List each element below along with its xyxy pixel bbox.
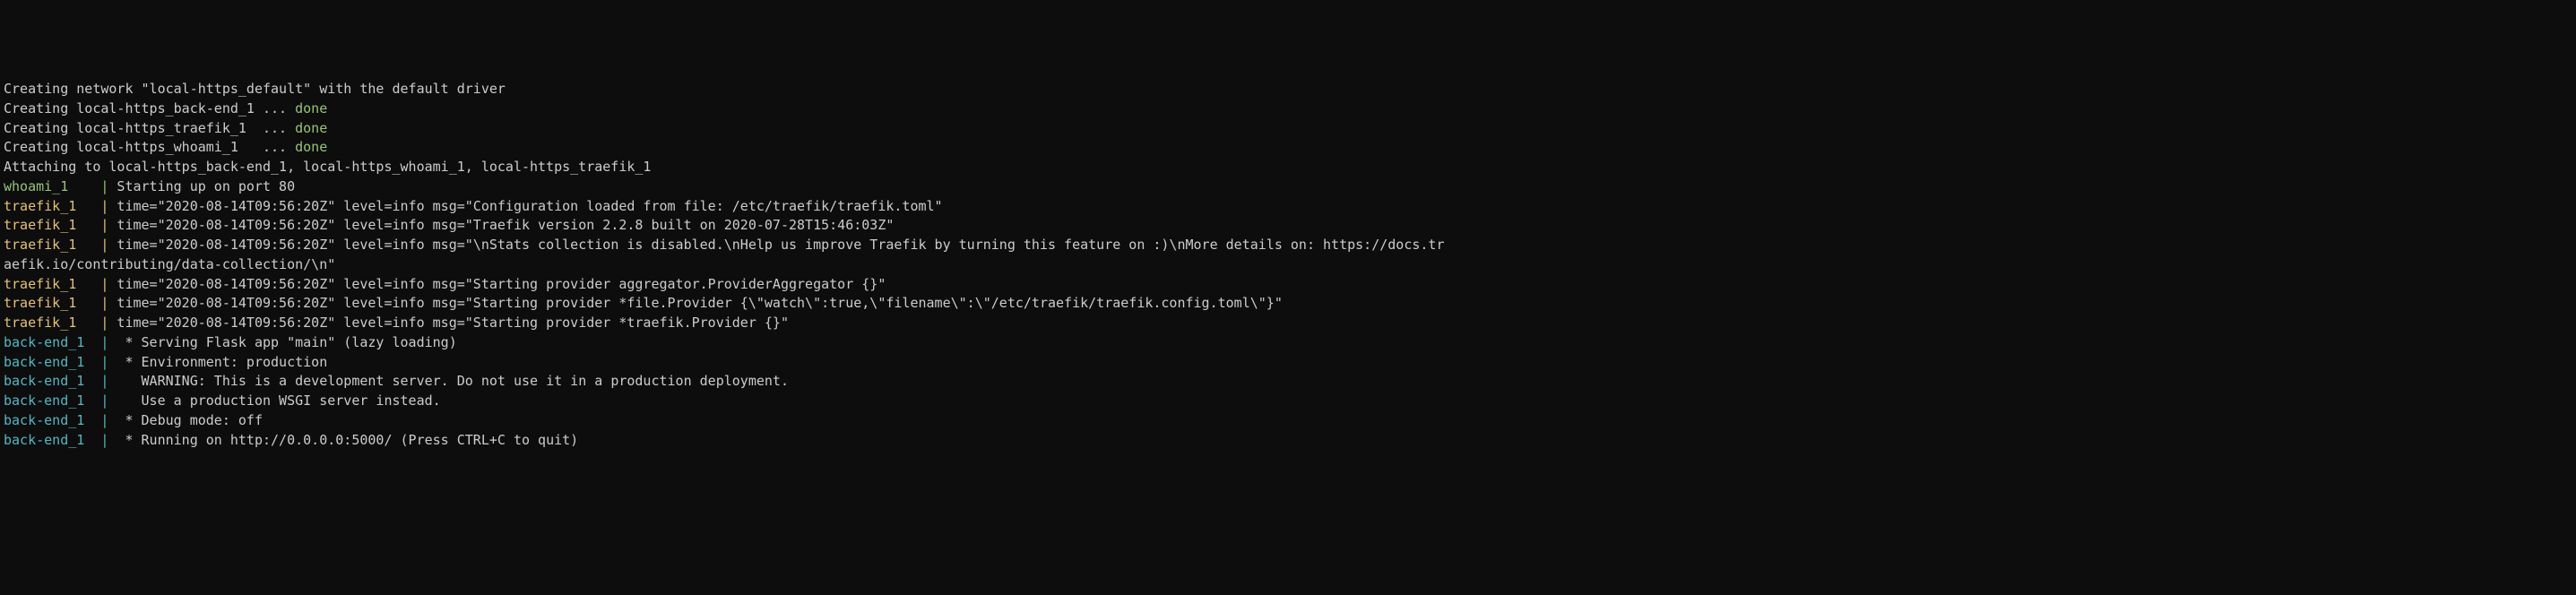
terminal-segment: back-end_1	[4, 432, 100, 448]
terminal-segment: Attaching to local-https_back-end_1, loc…	[4, 159, 651, 175]
terminal-segment: back-end_1	[4, 412, 100, 428]
terminal-line: back-end_1 | * Serving Flask app "main" …	[4, 333, 2572, 353]
terminal-segment: WARNING: This is a development server. D…	[108, 373, 789, 389]
terminal-line: Creating local-https_traefik_1 ... done	[4, 119, 2572, 139]
terminal-line: whoami_1 | Starting up on port 80	[4, 177, 2572, 197]
terminal-segment: traefik_1	[4, 217, 100, 233]
terminal-line: back-end_1 | * Debug mode: off	[4, 411, 2572, 431]
terminal-line: aefik.io/contributing/data-collection/\n…	[4, 255, 2572, 275]
terminal-segment: traefik_1	[4, 315, 100, 331]
terminal-line: traefik_1 | time="2020-08-14T09:56:20Z" …	[4, 314, 2572, 333]
terminal-line: Creating network "local-https_default" w…	[4, 80, 2572, 99]
terminal-segment: whoami_1	[4, 178, 100, 194]
terminal-line: Creating local-https_whoami_1 ... done	[4, 138, 2572, 158]
terminal-segment: done	[295, 139, 327, 155]
terminal-line: traefik_1 | time="2020-08-14T09:56:20Z" …	[4, 275, 2572, 295]
terminal-segment: Creating local-https_whoami_1 ...	[4, 139, 295, 155]
terminal-segment: time="2020-08-14T09:56:20Z" level=info m…	[108, 276, 886, 292]
terminal-segment: time="2020-08-14T09:56:20Z" level=info m…	[108, 217, 894, 233]
terminal-segment: time="2020-08-14T09:56:20Z" level=info m…	[108, 237, 1444, 253]
terminal-line: traefik_1 | time="2020-08-14T09:56:20Z" …	[4, 216, 2572, 236]
terminal-segment: traefik_1	[4, 237, 100, 253]
terminal-segment: back-end_1	[4, 334, 100, 350]
terminal-segment: time="2020-08-14T09:56:20Z" level=info m…	[108, 198, 942, 214]
terminal-output: Creating network "local-https_default" w…	[4, 80, 2572, 450]
terminal-line: traefik_1 | time="2020-08-14T09:56:20Z" …	[4, 197, 2572, 217]
terminal-segment: time="2020-08-14T09:56:20Z" level=info m…	[108, 295, 1282, 311]
terminal-line: traefik_1 | time="2020-08-14T09:56:20Z" …	[4, 236, 2572, 255]
terminal-segment: aefik.io/contributing/data-collection/\n…	[4, 256, 335, 272]
terminal-segment: Creating network "local-https_default" w…	[4, 81, 506, 97]
terminal-segment: Starting up on port 80	[108, 178, 295, 194]
terminal-segment: Creating local-https_traefik_1 ...	[4, 120, 295, 136]
terminal-segment: Creating local-https_back-end_1 ...	[4, 100, 295, 116]
terminal-line: back-end_1 | * Running on http://0.0.0.0…	[4, 431, 2572, 451]
terminal-segment: back-end_1	[4, 392, 100, 409]
terminal-segment: back-end_1	[4, 373, 100, 389]
terminal-line: back-end_1 | * Environment: production	[4, 353, 2572, 373]
terminal-segment: * Debug mode: off	[108, 412, 263, 428]
terminal-segment: traefik_1	[4, 295, 100, 311]
terminal-segment: * Serving Flask app "main" (lazy loading…	[108, 334, 456, 350]
terminal-segment: back-end_1	[4, 354, 100, 370]
terminal-line: traefik_1 | time="2020-08-14T09:56:20Z" …	[4, 294, 2572, 314]
terminal-segment: done	[295, 120, 327, 136]
terminal-segment: done	[295, 100, 327, 116]
terminal-line: back-end_1 | Use a production WSGI serve…	[4, 392, 2572, 411]
terminal-line: Creating local-https_back-end_1 ... done	[4, 99, 2572, 119]
terminal-segment: time="2020-08-14T09:56:20Z" level=info m…	[108, 315, 789, 331]
terminal-segment: traefik_1	[4, 276, 100, 292]
terminal-segment: traefik_1	[4, 198, 100, 214]
terminal-segment: * Environment: production	[108, 354, 327, 370]
terminal-segment: * Running on http://0.0.0.0:5000/ (Press…	[108, 432, 578, 448]
terminal-segment: Use a production WSGI server instead.	[108, 392, 440, 409]
terminal-line: Attaching to local-https_back-end_1, loc…	[4, 158, 2572, 177]
terminal-line: back-end_1 | WARNING: This is a developm…	[4, 372, 2572, 392]
